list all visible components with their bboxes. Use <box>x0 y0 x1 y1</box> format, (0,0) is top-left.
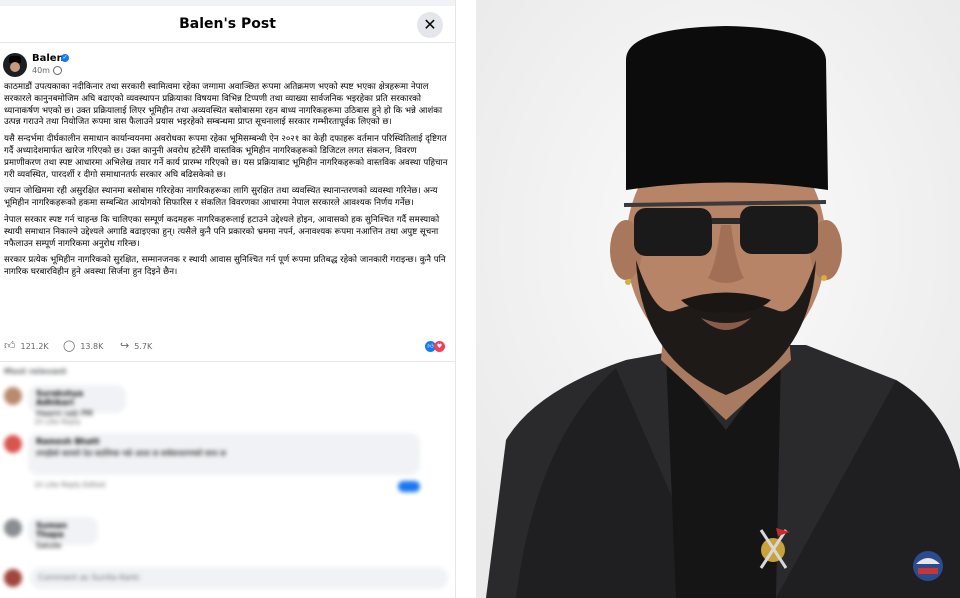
share-arrow-icon: ↪ <box>120 339 130 352</box>
thumbs-up-icon: 👍︎ <box>4 339 16 352</box>
close-icon: ✕ <box>423 15 437 34</box>
post-paragraph: यसै सन्दर्भमा दीर्घकालीन समाधान कार्यान्… <box>4 134 448 180</box>
commenter-name[interactable]: Surakshya Adhikari <box>36 389 118 407</box>
commenter-name[interactable]: Ramesh Bhatt <box>36 437 412 446</box>
comment-actions[interactable]: 1h Like Reply Edited <box>34 481 105 489</box>
comment-bubble: Surakshya Adhikari Haami sab PM <box>28 385 126 418</box>
stats-divider <box>0 361 455 362</box>
love-reaction-icon: ♥ <box>434 341 445 352</box>
like-count: 121.2K <box>20 341 49 351</box>
post-modal: Balen's Post ✕ Balen ✓ 40m काठमाडौं उपत्… <box>0 0 456 598</box>
modal-header: Balen's Post ✕ <box>0 6 455 43</box>
commenter-avatar[interactable] <box>4 519 22 537</box>
comment-input[interactable]: Comment as Sunita Karki <box>30 567 448 589</box>
verified-badge-icon: ✓ <box>61 54 69 62</box>
comment-bubble: Suman Thapa Salute <box>28 517 98 550</box>
comment-bubble: Ramesh Bhatt तपाईंको कामले देश बदलिन्छ भ… <box>28 433 420 475</box>
comment-text: Haami sab PM <box>36 409 93 418</box>
globe-icon <box>52 66 62 75</box>
comments-section: Most relevant Surakshya Adhikari Haami s… <box>0 363 455 598</box>
commenter-avatar[interactable] <box>4 387 22 405</box>
close-button[interactable]: ✕ <box>417 12 443 38</box>
like-stat[interactable]: 👍︎ 121.2K <box>4 339 49 352</box>
share-stat[interactable]: ↪ 5.7K <box>120 339 153 352</box>
comment-bubble-icon: ◯ <box>63 339 76 352</box>
comment-text: Salute <box>36 541 62 550</box>
post-paragraph: नेपाल सरकार स्पष्ट गर्न चाहन्छ कि चालिएक… <box>4 214 440 249</box>
post-body: काठमाडौं उपत्यकाका नदीकिनार तथा सरकारी स… <box>4 82 448 284</box>
post-timestamp[interactable]: 40m <box>32 66 62 75</box>
post-stats: 👍︎ 121.2K ◯ 13.8K ↪ 5.7K 👍︎ ♥ <box>4 339 445 353</box>
comment-text: तपाईंको कामले देश बदलिन्छ भन्ने आशा छ सर… <box>36 449 226 458</box>
post-paragraph: काठमाडौं उपत्यकाका नदीकिनार तथा सरकारी स… <box>4 82 443 128</box>
watermark-logo <box>913 551 943 581</box>
user-avatar <box>4 569 22 587</box>
portrait-photo <box>476 0 960 598</box>
comment-actions[interactable]: 1h Like Reply <box>34 418 81 426</box>
reaction-icons[interactable]: 👍︎ ♥ <box>425 341 445 352</box>
comment-stat[interactable]: ◯ 13.8K <box>63 339 104 352</box>
post-paragraph: सरकार प्रत्येक भूमिहीन नागरिकको सुरक्षित… <box>4 255 446 278</box>
post-paragraph: ज्यान जोखिममा रही असुरक्षित स्थानमा बसोब… <box>4 186 438 209</box>
comment-placeholder: Comment as Sunita Karki <box>38 573 140 582</box>
comment-reaction-icon <box>398 481 420 492</box>
share-count: 5.7K <box>134 341 153 351</box>
author-avatar[interactable] <box>3 53 27 77</box>
comment-count: 13.8K <box>80 341 104 351</box>
comment-sort-dropdown[interactable]: Most relevant <box>4 367 67 376</box>
post-time[interactable]: 40m <box>32 66 50 75</box>
commenter-avatar[interactable] <box>4 435 22 453</box>
commenter-name[interactable]: Suman Thapa <box>36 521 90 539</box>
modal-title: Balen's Post <box>179 16 276 32</box>
author-name[interactable]: Balen <box>32 53 64 64</box>
